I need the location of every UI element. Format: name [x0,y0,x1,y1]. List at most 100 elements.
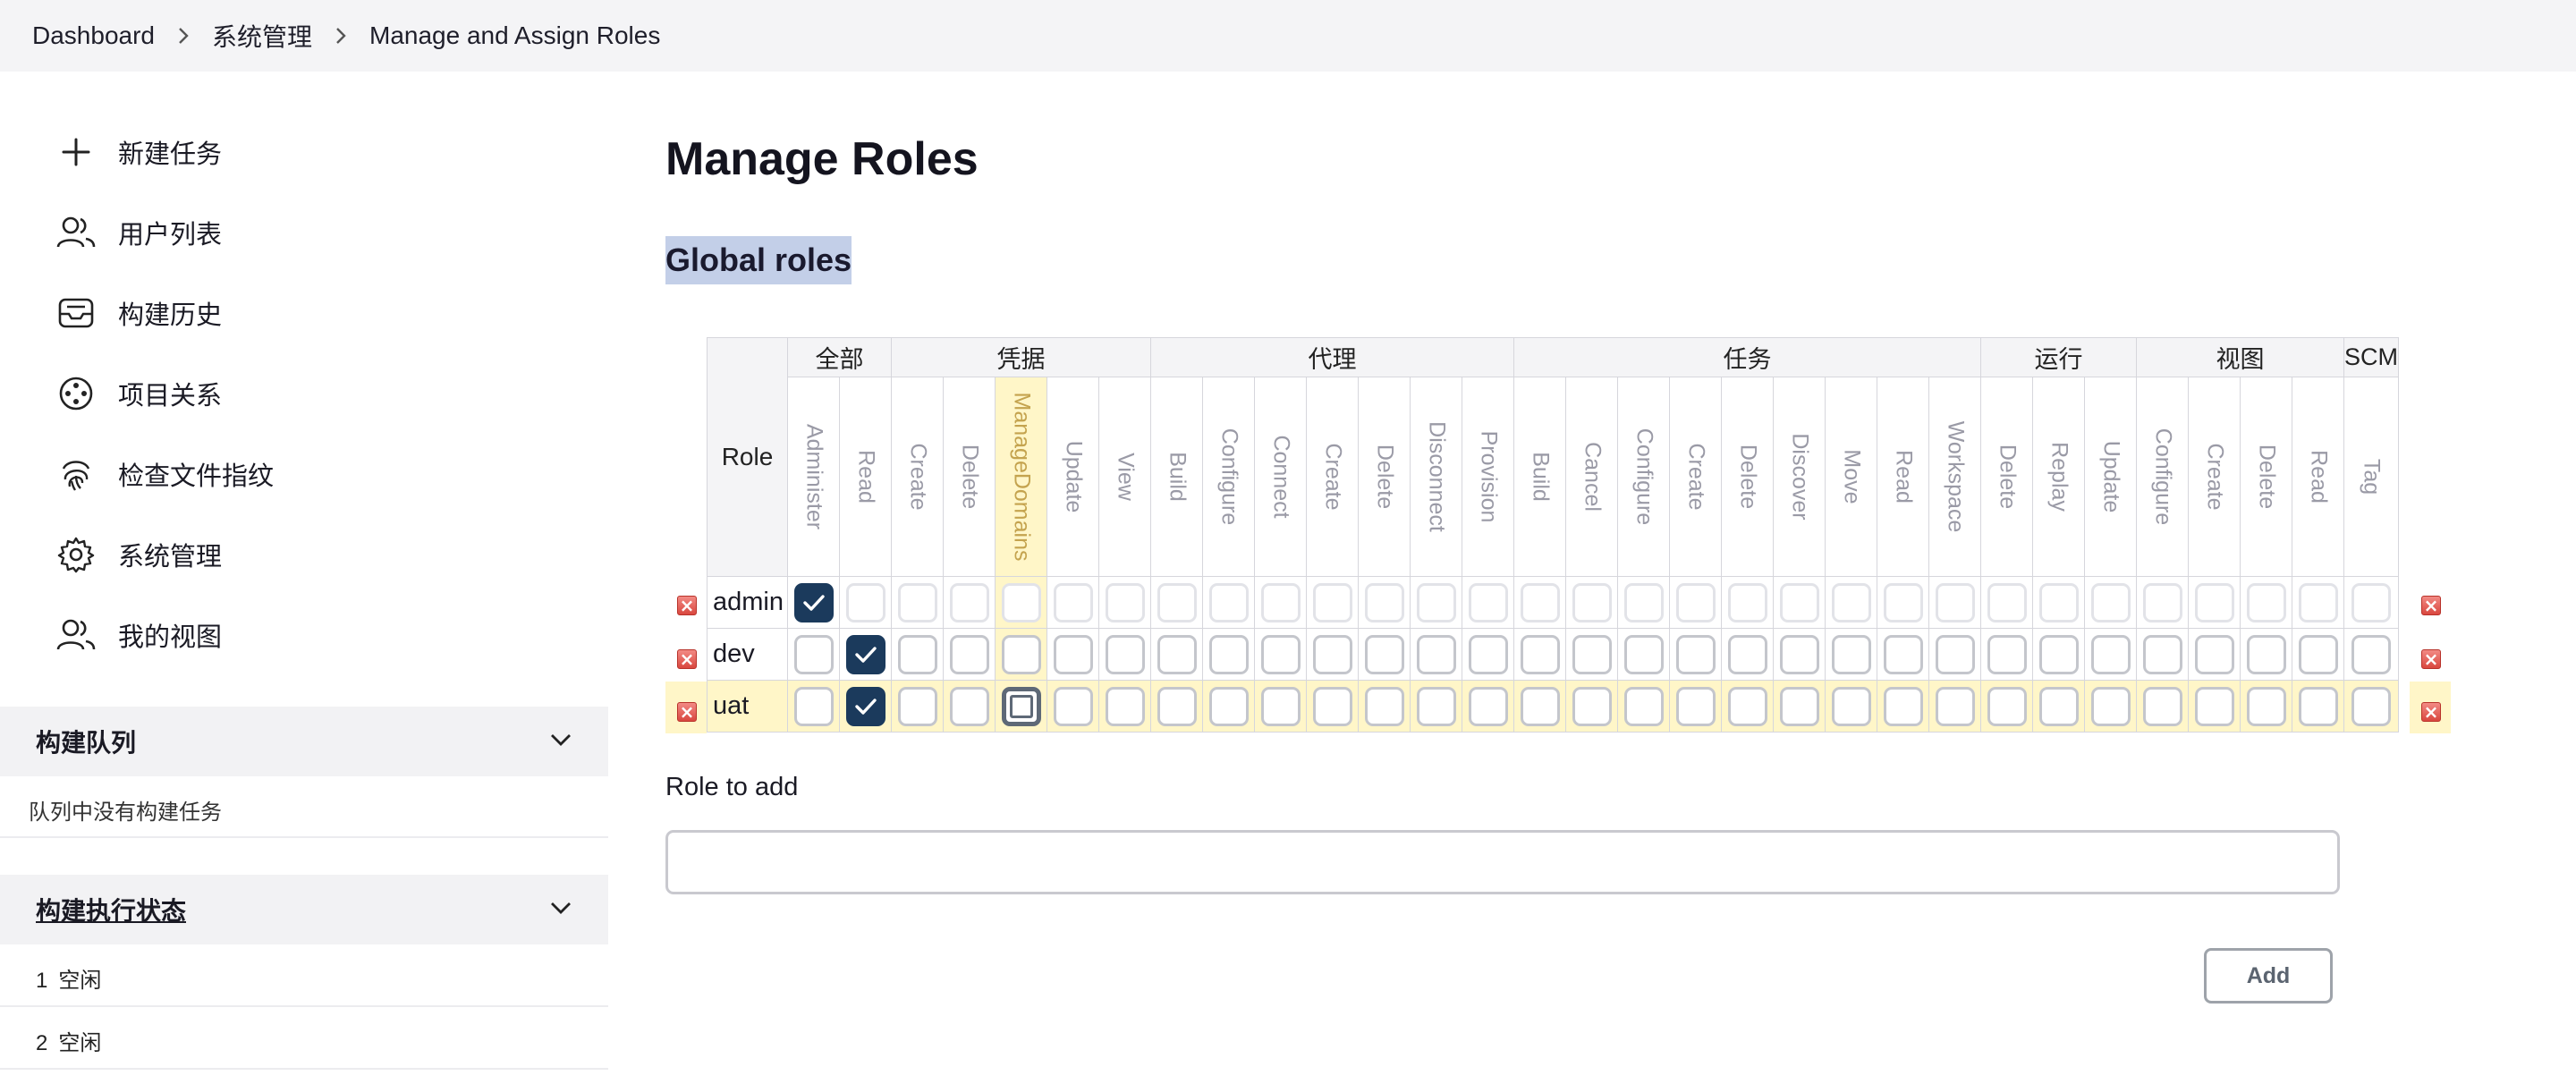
permission-checkbox[interactable] [1157,582,1197,622]
permission-checkbox[interactable] [2090,686,2131,726]
permission-checkbox[interactable] [1520,634,1560,674]
permission-checkbox[interactable] [1312,686,1352,726]
permission-checkbox[interactable] [1779,634,1819,674]
delete-role-icon[interactable] [2421,596,2441,615]
permission-checkbox[interactable] [1208,634,1249,674]
sidebar-item-build-history[interactable]: 构建历史 [54,281,555,345]
permission-checkbox[interactable] [793,686,834,726]
permission-checkbox[interactable] [1364,582,1404,622]
permission-checkbox[interactable] [1623,634,1664,674]
executor-status-title[interactable]: 构建执行状态 [36,892,186,927]
permission-checkbox[interactable] [1935,582,1975,622]
permission-checkbox[interactable] [2090,634,2131,674]
permission-checkbox[interactable] [1935,634,1975,674]
permission-checkbox[interactable] [1520,582,1560,622]
permission-checkbox[interactable] [1001,582,1041,622]
permission-checkbox[interactable] [949,686,989,726]
permission-checkbox[interactable] [2194,582,2234,622]
permission-checkbox[interactable] [2142,686,2182,726]
permission-checkbox[interactable] [1157,634,1197,674]
permission-checkbox[interactable] [2298,634,2338,674]
permission-checkbox[interactable] [2351,634,2391,674]
build-queue-header[interactable]: 构建队列 [0,707,608,776]
permission-checkbox[interactable] [1364,634,1404,674]
delete-role-icon[interactable] [677,702,697,722]
permission-checkbox[interactable] [1883,634,1923,674]
permission-checkbox[interactable] [1727,582,1767,622]
permission-checkbox[interactable] [1001,634,1041,674]
permission-checkbox[interactable] [1883,686,1923,726]
permission-checkbox[interactable] [845,582,886,622]
permission-checkbox[interactable] [1468,634,1508,674]
permission-checkbox[interactable] [1831,582,1871,622]
permission-checkbox[interactable] [897,686,937,726]
permission-checkbox[interactable] [1987,686,2027,726]
permission-checkbox[interactable] [2194,686,2234,726]
breadcrumb-manage-assign-roles[interactable]: Manage and Assign Roles [369,21,660,50]
permission-checkbox[interactable] [949,582,989,622]
permission-checkbox[interactable] [2038,686,2079,726]
permission-checkbox[interactable] [1364,686,1404,726]
permission-checkbox[interactable] [1053,634,1093,674]
permission-checkbox[interactable] [793,634,834,674]
sidebar-item-project-relationship[interactable]: 项目关系 [54,361,555,426]
permission-checkbox[interactable] [1208,686,1249,726]
permission-checkbox[interactable] [1260,634,1301,674]
permission-checkbox[interactable] [1779,582,1819,622]
permission-checkbox[interactable] [1935,686,1975,726]
permission-checkbox[interactable] [1675,634,1716,674]
permission-checkbox[interactable] [897,634,937,674]
permission-checkbox[interactable] [1001,686,1041,726]
permission-checkbox[interactable] [2038,634,2079,674]
permission-checkbox[interactable] [1053,686,1093,726]
permission-checkbox[interactable] [1105,686,1145,726]
permission-checkbox[interactable] [2142,634,2182,674]
permission-checkbox[interactable] [2142,582,2182,622]
permission-checkbox[interactable] [1675,582,1716,622]
permission-checkbox[interactable] [2351,582,2391,622]
permission-checkbox[interactable] [1416,634,1456,674]
permission-checkbox[interactable] [1831,686,1871,726]
sidebar-item-fingerprint[interactable]: 检查文件指纹 [54,442,555,506]
sidebar-item-users[interactable]: 用户列表 [54,200,555,265]
permission-checkbox[interactable] [845,634,886,674]
permission-checkbox[interactable] [2298,686,2338,726]
permission-checkbox[interactable] [1572,582,1612,622]
role-to-add-input[interactable] [665,830,2340,894]
permission-checkbox[interactable] [1779,686,1819,726]
permission-checkbox[interactable] [1623,686,1664,726]
executor-status-header[interactable]: 构建执行状态 [0,875,608,944]
permission-checkbox[interactable] [2351,686,2391,726]
sidebar-item-system-admin[interactable]: 系统管理 [54,522,555,587]
sidebar-item-new-job[interactable]: 新建任务 [54,120,555,184]
delete-role-icon[interactable] [677,596,697,615]
permission-checkbox[interactable] [1987,634,2027,674]
chevron-down-icon[interactable] [549,901,572,919]
permission-checkbox[interactable] [1053,582,1093,622]
permission-checkbox[interactable] [1105,582,1145,622]
delete-role-icon[interactable] [677,648,697,669]
permission-checkbox[interactable] [1312,582,1352,622]
permission-checkbox[interactable] [2194,634,2234,674]
permission-checkbox[interactable] [1675,686,1716,726]
permission-checkbox[interactable] [1883,582,1923,622]
permission-checkbox[interactable] [1260,582,1301,622]
sidebar-item-my-views[interactable]: 我的视图 [54,603,555,667]
permission-checkbox[interactable] [1105,634,1145,674]
permission-checkbox[interactable] [1468,582,1508,622]
permission-checkbox[interactable] [1572,686,1612,726]
permission-checkbox[interactable] [2038,582,2079,622]
delete-role-icon[interactable] [2421,702,2441,722]
permission-checkbox[interactable] [897,582,937,622]
permission-checkbox[interactable] [1312,634,1352,674]
permission-checkbox[interactable] [2246,634,2286,674]
breadcrumb-system-admin[interactable]: 系统管理 [212,18,312,54]
permission-checkbox[interactable] [1987,582,2027,622]
permission-checkbox[interactable] [1572,634,1612,674]
permission-checkbox[interactable] [2246,686,2286,726]
permission-checkbox[interactable] [1831,634,1871,674]
permission-checkbox[interactable] [1468,686,1508,726]
breadcrumb-dashboard[interactable]: Dashboard [32,21,155,50]
permission-checkbox[interactable] [1727,634,1767,674]
permission-checkbox[interactable] [2298,582,2338,622]
